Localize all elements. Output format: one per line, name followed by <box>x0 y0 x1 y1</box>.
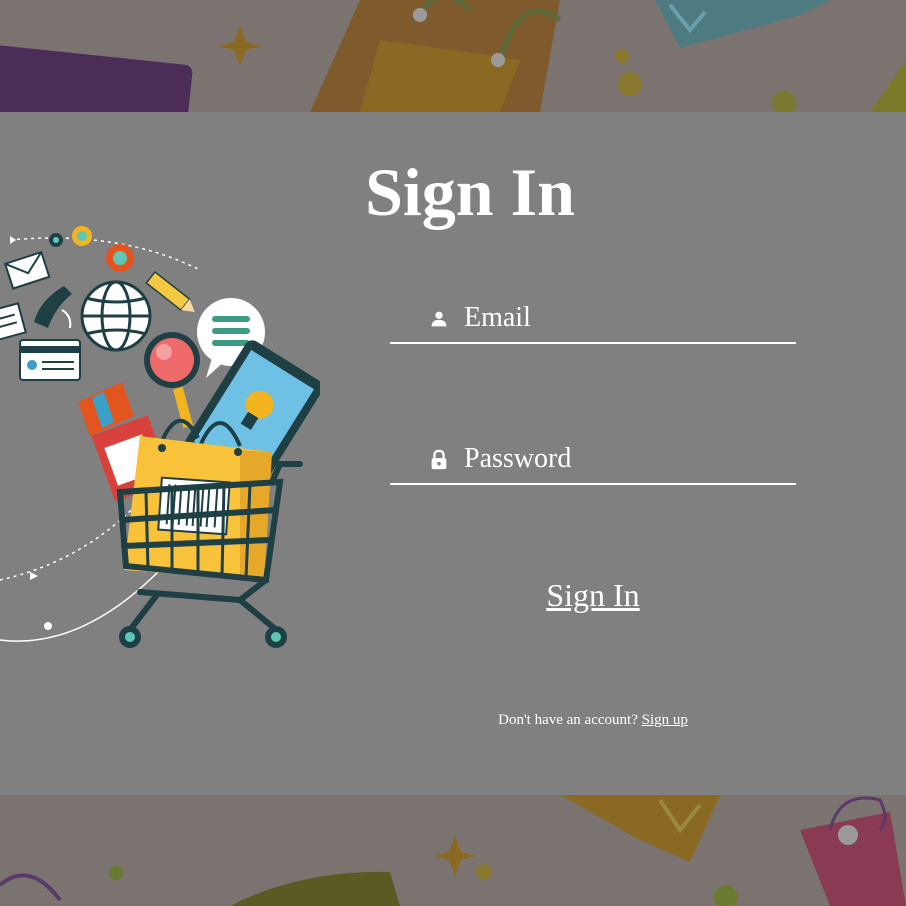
sign-up-link[interactable]: Sign up <box>642 712 688 728</box>
email-input[interactable] <box>464 298 784 338</box>
phone-icon <box>34 286 72 328</box>
card-icon <box>19 339 81 381</box>
email-field[interactable] <box>390 298 796 344</box>
magnifier-icon <box>144 332 200 429</box>
sign-in-panel: Sign In Email Sign In Don't have an acco… <box>0 112 906 795</box>
globe-icon <box>80 280 152 352</box>
envelope-icon <box>3 250 51 290</box>
sign-in-button[interactable]: Sign In <box>493 577 693 614</box>
pencil-icon <box>145 270 195 312</box>
document-icon <box>0 302 27 342</box>
password-field[interactable] <box>390 439 796 485</box>
shopping-cart-illustration <box>0 226 320 648</box>
gear-icon <box>49 226 134 272</box>
signup-prompt-text: Don't have an account? <box>498 712 638 728</box>
lock-icon <box>431 449 447 470</box>
signup-prompt: Don't have an account? Sign up <box>390 712 796 729</box>
person-icon <box>431 311 447 327</box>
password-input[interactable] <box>464 439 784 479</box>
